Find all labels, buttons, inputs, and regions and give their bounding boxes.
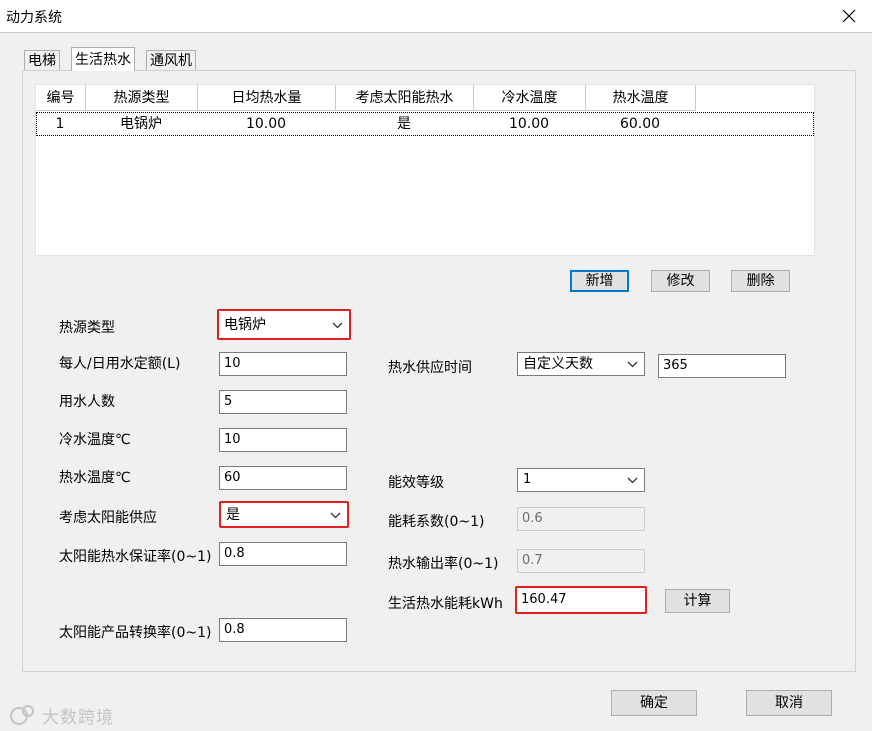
column-header-daily-hot-water[interactable]: 日均热水量 [198, 85, 336, 111]
table-row[interactable]: 1 电锅炉 10.00 是 10.00 60.00 [36, 112, 814, 136]
water-quota-label: 每人/日用水定额(L) [59, 356, 181, 372]
chevron-down-icon [330, 512, 341, 519]
watermark-logo-icon [10, 705, 34, 725]
heat-source-select[interactable]: 电锅炉 [217, 309, 351, 340]
users-input[interactable]: 5 [219, 390, 347, 414]
solar-conversion-input[interactable]: 0.8 [219, 618, 347, 642]
edit-button[interactable]: 修改 [651, 270, 710, 292]
delete-button[interactable]: 删除 [731, 270, 790, 292]
heat-source-label: 热源类型 [59, 320, 115, 336]
cell-daily-hot-water: 10.00 [245, 116, 287, 132]
close-icon [842, 9, 856, 23]
cold-temp-label: 冷水温度℃ [59, 432, 131, 448]
supply-time-select[interactable]: 自定义天数 [517, 352, 645, 376]
cell-solar: 是 [397, 116, 411, 132]
energy-coef-label: 能耗系数(0~1) [388, 514, 485, 530]
hot-water-table[interactable]: 编号 热源类型 日均热水量 考虑太阳能热水 冷水温度 热水温度 1 电锅炉 10… [35, 84, 815, 256]
hot-temp-input[interactable]: 60 [219, 466, 347, 490]
energy-use-output[interactable]: 160.47 [515, 586, 647, 614]
chevron-down-icon [627, 361, 638, 368]
chevron-down-icon [627, 477, 638, 484]
supply-time-label: 热水供应时间 [388, 360, 472, 376]
watermark-text: 大数跨境 [42, 708, 114, 728]
energy-use-label: 生活热水能耗kWh [388, 596, 503, 612]
output-rate-input: 0.7 [517, 549, 645, 573]
cancel-button[interactable]: 取消 [746, 690, 832, 716]
energy-coef-input: 0.6 [517, 507, 645, 531]
tab-elevator[interactable]: 电梯 [24, 50, 60, 70]
column-header-id[interactable]: 编号 [36, 85, 86, 111]
efficiency-grade-value: 1 [523, 472, 532, 487]
title-separator [0, 32, 872, 33]
column-header-heat-source[interactable]: 热源类型 [86, 85, 198, 111]
column-header-hot-temp[interactable]: 热水温度 [586, 85, 696, 111]
supply-time-mode: 自定义天数 [523, 356, 593, 372]
water-quota-input[interactable]: 10 [219, 352, 347, 376]
solar-value: 是 [226, 507, 240, 523]
efficiency-grade-label: 能效等级 [388, 475, 444, 491]
cell-hot-temp: 60.00 [619, 116, 661, 132]
cell-heat-source: 电锅炉 [120, 116, 162, 132]
tab-domestic-hot-water[interactable]: 生活热水 [71, 47, 135, 71]
solar-select[interactable]: 是 [219, 501, 349, 528]
close-button[interactable] [836, 4, 862, 28]
solar-guarantee-label: 太阳能热水保证率(0~1) [59, 549, 212, 565]
add-button[interactable]: 新增 [570, 270, 629, 292]
users-label: 用水人数 [59, 394, 115, 410]
calculate-button[interactable]: 计算 [665, 589, 730, 613]
column-header-cold-temp[interactable]: 冷水温度 [474, 85, 586, 111]
chevron-down-icon [332, 322, 343, 329]
title-bar [0, 0, 872, 32]
solar-label: 考虑太阳能供应 [59, 510, 157, 526]
solar-conversion-label: 太阳能产品转换率(0~1) [59, 625, 212, 641]
tab-ventilator[interactable]: 通风机 [146, 50, 196, 70]
cold-temp-input[interactable]: 10 [219, 428, 347, 452]
output-rate-label: 热水输出率(0~1) [388, 556, 499, 572]
heat-source-value: 电锅炉 [224, 317, 266, 333]
efficiency-grade-select[interactable]: 1 [517, 468, 645, 492]
ok-button[interactable]: 确定 [611, 690, 697, 716]
supply-days-input[interactable]: 365 [658, 354, 786, 378]
cell-cold-temp: 10.00 [508, 116, 550, 132]
column-header-solar[interactable]: 考虑太阳能热水 [336, 85, 474, 111]
solar-guarantee-input[interactable]: 0.8 [219, 542, 347, 566]
cell-id: 1 [55, 116, 65, 132]
window-title: 动力系统 [6, 10, 62, 26]
hot-temp-label: 热水温度℃ [59, 470, 131, 486]
